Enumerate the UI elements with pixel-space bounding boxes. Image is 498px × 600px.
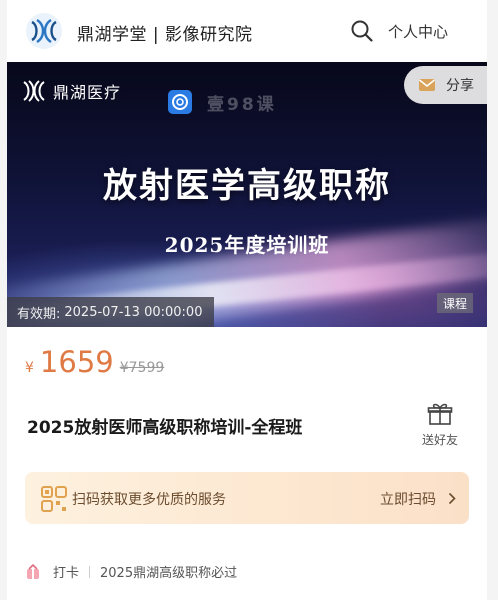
scan-service-card[interactable]: 扫码获取更多优质的服务 立即扫码 [25,472,469,524]
watermark-logo-icon [168,90,192,114]
share-envelope-icon [419,79,435,91]
scan-service-icon [41,486,67,512]
brand-logo-icon [26,13,62,49]
course-type-tag: 课程 [437,293,474,313]
share-button[interactable]: 分享 [404,66,487,104]
course-title: 2025放射医师高级职称培训-全程班 [27,418,303,438]
gift-to-friend-button[interactable]: 送好友 [415,402,465,448]
page-frame: 鼎湖学堂 | 影像研究院 个人中心 鼎湖医疗 壹98课 分享 放射医学高级职称 … [7,0,487,600]
validity-badge: 有效期: 2025-07-13 00:00:00 [7,297,215,327]
current-price: 1659 [39,345,114,379]
banner-brand: 鼎湖医疗 [21,78,121,104]
price-row: ¥ 1659 ¥7599 [25,345,164,379]
validity-label: 有效期: [17,306,61,322]
currency-symbol: ¥ [25,360,34,376]
checkin-icon [27,563,39,579]
original-price: ¥7599 [119,360,165,376]
checkin-tag-row[interactable]: 打卡 2025鼎湖高级职称必过 [25,562,237,581]
chevron-right-icon [448,492,456,505]
watermark-text: 壹98课 [207,95,277,115]
banner-title: 放射医学高级职称 [103,166,391,206]
brand-mark-icon [23,80,45,102]
search-icon[interactable] [350,19,374,43]
validity-value: 2025-07-13 00:00:00 [64,304,203,320]
top-header: 鼎湖学堂 | 影像研究院 个人中心 [7,0,487,62]
share-label: 分享 [446,78,474,94]
gift-label: 送好友 [421,433,458,447]
personal-center-link[interactable]: 个人中心 [388,21,448,42]
scan-now-button[interactable]: 立即扫码 [380,489,436,509]
brand-name: 鼎湖医疗 [53,83,122,102]
tag-divider [89,565,91,578]
gift-icon [427,403,453,425]
course-banner: 鼎湖医疗 壹98课 分享 放射医学高级职称 2025年度培训班 有效期: 202… [7,62,487,327]
banner-subtitle: 2025年度培训班 [164,233,330,257]
header-title: 鼎湖学堂 | 影像研究院 [77,25,253,45]
checkin-text: 2025鼎湖高级职称必过 [100,566,238,581]
scan-card-text: 扫码获取更多优质的服务 [72,492,226,508]
checkin-label: 打卡 [53,566,80,581]
